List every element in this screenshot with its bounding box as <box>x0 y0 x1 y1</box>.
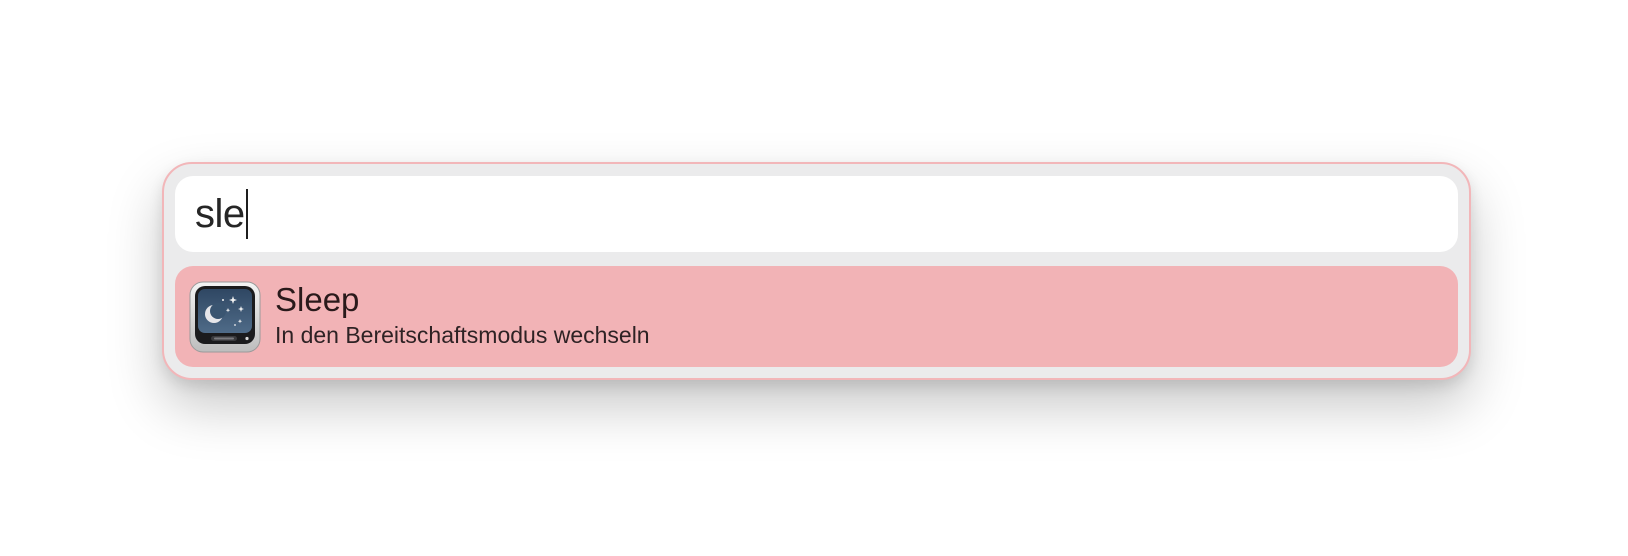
launcher-window: sle Sleep In den Bereitschaftsmodus wech… <box>162 162 1471 380</box>
search-field[interactable]: sle <box>175 176 1458 252</box>
result-subtitle: In den Bereitschaftsmodus wechseln <box>275 322 650 349</box>
sleep-monitor-icon <box>189 281 261 352</box>
text-caret <box>245 189 248 239</box>
search-query-text[interactable]: sle <box>195 194 245 234</box>
result-item-sleep[interactable]: Sleep In den Bereitschaftsmodus wechseln <box>175 266 1458 367</box>
result-title: Sleep <box>275 280 360 318</box>
desktop-background: sle Sleep In den Bereitschaftsmodus wech… <box>0 0 1628 556</box>
result-text-group: Sleep In den Bereitschaftsmodus wechseln <box>275 280 650 351</box>
